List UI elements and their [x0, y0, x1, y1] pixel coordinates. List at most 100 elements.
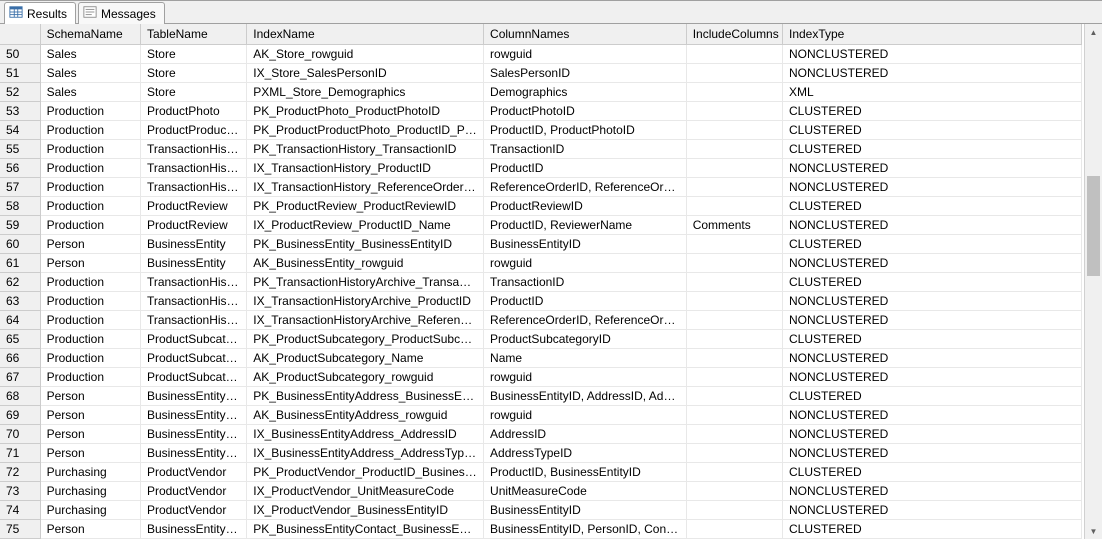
col-header-type[interactable]: IndexType	[782, 24, 1081, 45]
cell-index[interactable]: AK_ProductSubcategory_Name	[247, 349, 484, 368]
table-row[interactable]: 71PersonBusinessEntityAd...IX_BusinessEn…	[0, 444, 1082, 463]
cell-index[interactable]: PK_ProductSubcategory_ProductSubcateg...	[247, 330, 484, 349]
cell-schema[interactable]: Production	[40, 121, 140, 140]
cell-schema[interactable]: Production	[40, 292, 140, 311]
cell-table[interactable]: Store	[140, 83, 246, 102]
cell-cols[interactable]: ProductSubcategoryID	[484, 330, 687, 349]
col-header-table[interactable]: TableName	[140, 24, 246, 45]
table-row[interactable]: 50SalesStoreAK_Store_rowguidrowguidNONCL…	[0, 45, 1082, 64]
row-number[interactable]: 62	[0, 273, 40, 292]
cell-inc[interactable]	[686, 273, 782, 292]
cell-table[interactable]: TransactionHisto...	[140, 273, 246, 292]
cell-type[interactable]: CLUSTERED	[782, 520, 1081, 539]
cell-inc[interactable]	[686, 254, 782, 273]
cell-cols[interactable]: ReferenceOrderID, ReferenceOrderLi...	[484, 178, 687, 197]
cell-table[interactable]: ProductPhoto	[140, 102, 246, 121]
cell-schema[interactable]: Person	[40, 425, 140, 444]
tab-results[interactable]: Results	[4, 2, 76, 24]
cell-type[interactable]: CLUSTERED	[782, 330, 1081, 349]
cell-table[interactable]: ProductProductP...	[140, 121, 246, 140]
cell-type[interactable]: CLUSTERED	[782, 121, 1081, 140]
cell-cols[interactable]: BusinessEntityID, AddressID, Address...	[484, 387, 687, 406]
row-number[interactable]: 61	[0, 254, 40, 273]
col-header-cols[interactable]: ColumnNames	[484, 24, 687, 45]
table-row[interactable]: 63ProductionTransactionHisto...IX_Transa…	[0, 292, 1082, 311]
table-row[interactable]: 70PersonBusinessEntityAd...IX_BusinessEn…	[0, 425, 1082, 444]
cell-inc[interactable]	[686, 292, 782, 311]
cell-cols[interactable]: ProductID, ReviewerName	[484, 216, 687, 235]
cell-type[interactable]: CLUSTERED	[782, 140, 1081, 159]
cell-index[interactable]: PK_ProductVendor_ProductID_BusinessEnt..…	[247, 463, 484, 482]
cell-inc[interactable]: Comments	[686, 216, 782, 235]
cell-table[interactable]: ProductSubcate...	[140, 368, 246, 387]
row-number[interactable]: 56	[0, 159, 40, 178]
cell-table[interactable]: TransactionHistory	[140, 159, 246, 178]
cell-index[interactable]: PK_BusinessEntity_BusinessEntityID	[247, 235, 484, 254]
row-number[interactable]: 50	[0, 45, 40, 64]
table-row[interactable]: 61PersonBusinessEntityAK_BusinessEntity_…	[0, 254, 1082, 273]
table-row[interactable]: 59ProductionProductReviewIX_ProductRevie…	[0, 216, 1082, 235]
row-number[interactable]: 75	[0, 520, 40, 539]
scroll-thumb[interactable]	[1087, 176, 1100, 276]
cell-cols[interactable]: rowguid	[484, 254, 687, 273]
cell-cols[interactable]: BusinessEntityID, PersonID, ContactT...	[484, 520, 687, 539]
cell-cols[interactable]: Demographics	[484, 83, 687, 102]
cell-schema[interactable]: Person	[40, 406, 140, 425]
cell-table[interactable]: ProductReview	[140, 197, 246, 216]
table-row[interactable]: 52SalesStorePXML_Store_DemographicsDemog…	[0, 83, 1082, 102]
cell-inc[interactable]	[686, 140, 782, 159]
row-number[interactable]: 53	[0, 102, 40, 121]
cell-cols[interactable]: Name	[484, 349, 687, 368]
cell-table[interactable]: BusinessEntity	[140, 235, 246, 254]
cell-table[interactable]: BusinessEntityAd...	[140, 444, 246, 463]
table-row[interactable]: 68PersonBusinessEntityAd...PK_BusinessEn…	[0, 387, 1082, 406]
cell-schema[interactable]: Production	[40, 140, 140, 159]
cell-inc[interactable]	[686, 178, 782, 197]
cell-type[interactable]: NONCLUSTERED	[782, 178, 1081, 197]
cell-inc[interactable]	[686, 235, 782, 254]
cell-cols[interactable]: BusinessEntityID	[484, 501, 687, 520]
cell-inc[interactable]	[686, 482, 782, 501]
cell-schema[interactable]: Purchasing	[40, 463, 140, 482]
vertical-scrollbar[interactable]: ▲ ▼	[1084, 24, 1102, 539]
row-number[interactable]: 65	[0, 330, 40, 349]
row-number[interactable]: 51	[0, 64, 40, 83]
cell-index[interactable]: IX_TransactionHistoryArchive_ProductID	[247, 292, 484, 311]
row-number[interactable]: 57	[0, 178, 40, 197]
cell-inc[interactable]	[686, 159, 782, 178]
cell-table[interactable]: TransactionHisto...	[140, 311, 246, 330]
cell-schema[interactable]: Person	[40, 254, 140, 273]
cell-cols[interactable]: ProductPhotoID	[484, 102, 687, 121]
cell-type[interactable]: NONCLUSTERED	[782, 482, 1081, 501]
cell-inc[interactable]	[686, 387, 782, 406]
cell-index[interactable]: PK_ProductProductPhoto_ProductID_Prod...	[247, 121, 484, 140]
row-number[interactable]: 71	[0, 444, 40, 463]
cell-schema[interactable]: Production	[40, 273, 140, 292]
cell-index[interactable]: AK_ProductSubcategory_rowguid	[247, 368, 484, 387]
cell-cols[interactable]: TransactionID	[484, 140, 687, 159]
cell-schema[interactable]: Person	[40, 235, 140, 254]
cell-table[interactable]: ProductReview	[140, 216, 246, 235]
cell-schema[interactable]: Purchasing	[40, 482, 140, 501]
cell-index[interactable]: PXML_Store_Demographics	[247, 83, 484, 102]
cell-inc[interactable]	[686, 368, 782, 387]
table-row[interactable]: 54ProductionProductProductP...PK_Product…	[0, 121, 1082, 140]
cell-index[interactable]: IX_TransactionHistory_ReferenceOrderID_.…	[247, 178, 484, 197]
cell-index[interactable]: PK_ProductReview_ProductReviewID	[247, 197, 484, 216]
cell-index[interactable]: IX_Store_SalesPersonID	[247, 64, 484, 83]
row-number[interactable]: 70	[0, 425, 40, 444]
cell-schema[interactable]: Production	[40, 159, 140, 178]
row-number[interactable]: 63	[0, 292, 40, 311]
cell-cols[interactable]: AddressTypeID	[484, 444, 687, 463]
cell-type[interactable]: CLUSTERED	[782, 235, 1081, 254]
cell-table[interactable]: BusinessEntityAd...	[140, 387, 246, 406]
cell-schema[interactable]: Production	[40, 178, 140, 197]
cell-cols[interactable]: AddressID	[484, 425, 687, 444]
tab-messages[interactable]: Messages	[78, 2, 165, 24]
row-number[interactable]: 72	[0, 463, 40, 482]
table-row[interactable]: 67ProductionProductSubcate...AK_ProductS…	[0, 368, 1082, 387]
cell-table[interactable]: Store	[140, 45, 246, 64]
row-header-corner[interactable]	[0, 24, 40, 45]
row-number[interactable]: 67	[0, 368, 40, 387]
cell-index[interactable]: IX_ProductReview_ProductID_Name	[247, 216, 484, 235]
